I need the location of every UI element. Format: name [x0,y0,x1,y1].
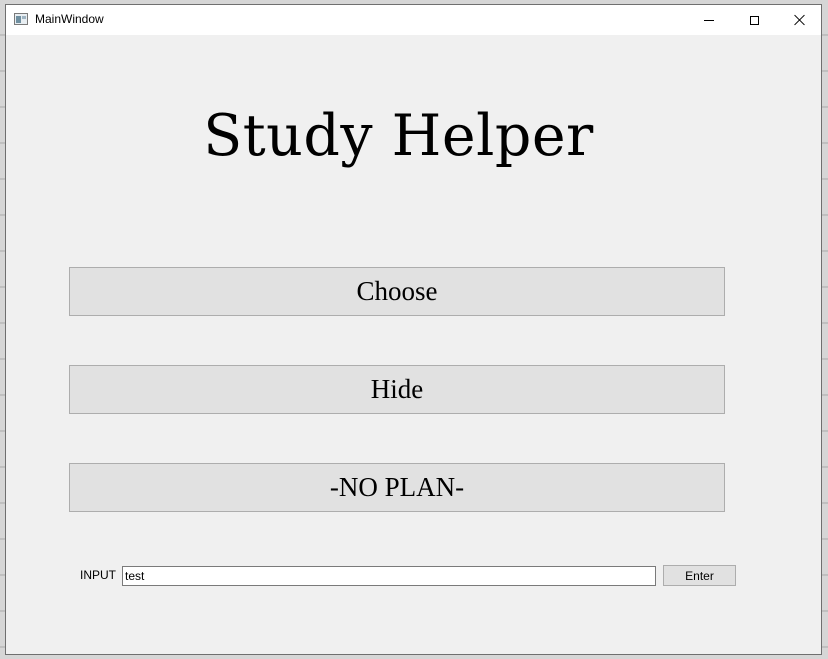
maximize-button[interactable] [731,5,777,35]
maximize-icon [749,15,759,25]
app-window-icon [14,13,28,25]
minimize-button[interactable] [686,5,732,35]
choose-button[interactable]: Choose [69,267,725,316]
close-icon [794,14,806,26]
title-bar[interactable]: MainWindow [6,5,821,35]
window-title: MainWindow [35,12,104,26]
main-window: MainWindow Study Helper Choose Hide -NO … [5,4,822,655]
input-label: INPUT [80,568,116,582]
close-button[interactable] [777,5,823,35]
input-field[interactable] [122,566,656,586]
enter-button[interactable]: Enter [663,565,736,586]
page-title: Study Helper [203,103,594,169]
minimize-icon [704,19,714,21]
plan-button[interactable]: -NO PLAN- [69,463,725,512]
hide-button[interactable]: Hide [69,365,725,414]
